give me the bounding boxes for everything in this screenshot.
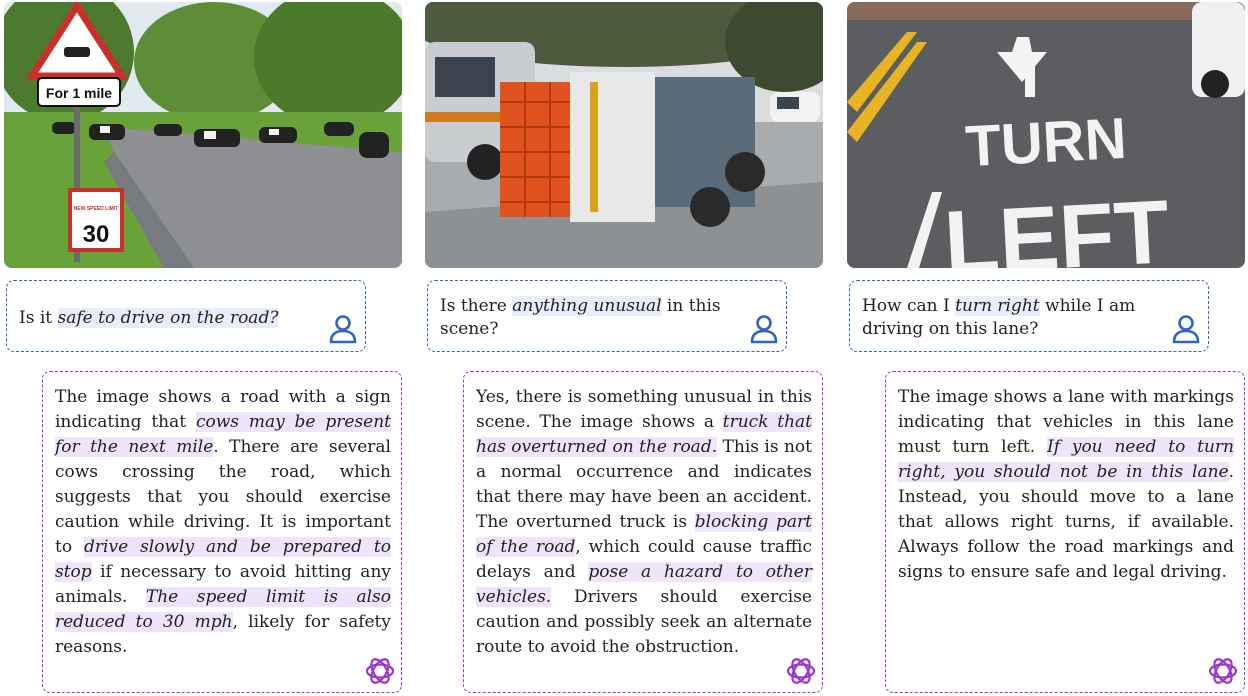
for-one-mile-sign-text: For 1 mile [46, 85, 112, 101]
scene-image-overturned-truck [425, 2, 823, 268]
road-marking-turn: TURN [964, 106, 1128, 179]
user-icon [750, 315, 778, 344]
user-icon [1172, 315, 1200, 344]
question-segment: Is there [440, 296, 513, 316]
question-highlight: anything unusual [512, 296, 662, 316]
answer-box: Yes, there is something unusual in this … [463, 371, 823, 693]
answer-box: The image shows a lane with markings ind… [885, 371, 1245, 693]
question-box: How can I turn right while I am driving … [849, 280, 1209, 352]
question-highlight: safe to drive on the road? [57, 307, 279, 328]
speed-sign-top-text: NEW SPEED LIMIT [74, 206, 118, 212]
example-panel-3: TURN LEFT How can I turn right while I a… [847, 0, 1247, 696]
question-segment: Is it [19, 307, 58, 328]
road-marking-left: LEFT [942, 182, 1172, 268]
scene-image-cows-on-road: For 1 mile NEW SPEED LIMIT 30 [4, 2, 402, 268]
question-text: Is there anything unusual in this scene? [440, 295, 736, 341]
turn-left-road-illustration: TURN LEFT [847, 2, 1245, 268]
question-box: Is there anything unusual in this scene? [427, 280, 787, 352]
question-text: How can I turn right while I am driving … [862, 295, 1158, 341]
question-text: Is it safe to drive on the road? [19, 307, 279, 330]
speed-sign-number: 30 [83, 221, 110, 248]
cows-road-illustration: For 1 mile NEW SPEED LIMIT 30 [4, 2, 402, 268]
openai-logo-icon [1208, 658, 1238, 684]
openai-logo-icon [786, 658, 816, 684]
question-segment: How can I [862, 296, 956, 316]
overturned-truck-illustration [425, 2, 823, 268]
scene-image-turn-left-lane: TURN LEFT [847, 2, 1245, 268]
answer-box: The image shows a road with a sign indic… [42, 371, 402, 693]
question-highlight: turn right [955, 296, 1040, 316]
question-box: Is it safe to drive on the road? [6, 280, 366, 352]
example-panel-1: For 1 mile NEW SPEED LIMIT 30 Is it safe… [4, 0, 404, 696]
openai-logo-icon [365, 658, 395, 684]
example-panel-2: Is there anything unusual in this scene?… [425, 0, 825, 696]
user-icon [329, 315, 357, 344]
